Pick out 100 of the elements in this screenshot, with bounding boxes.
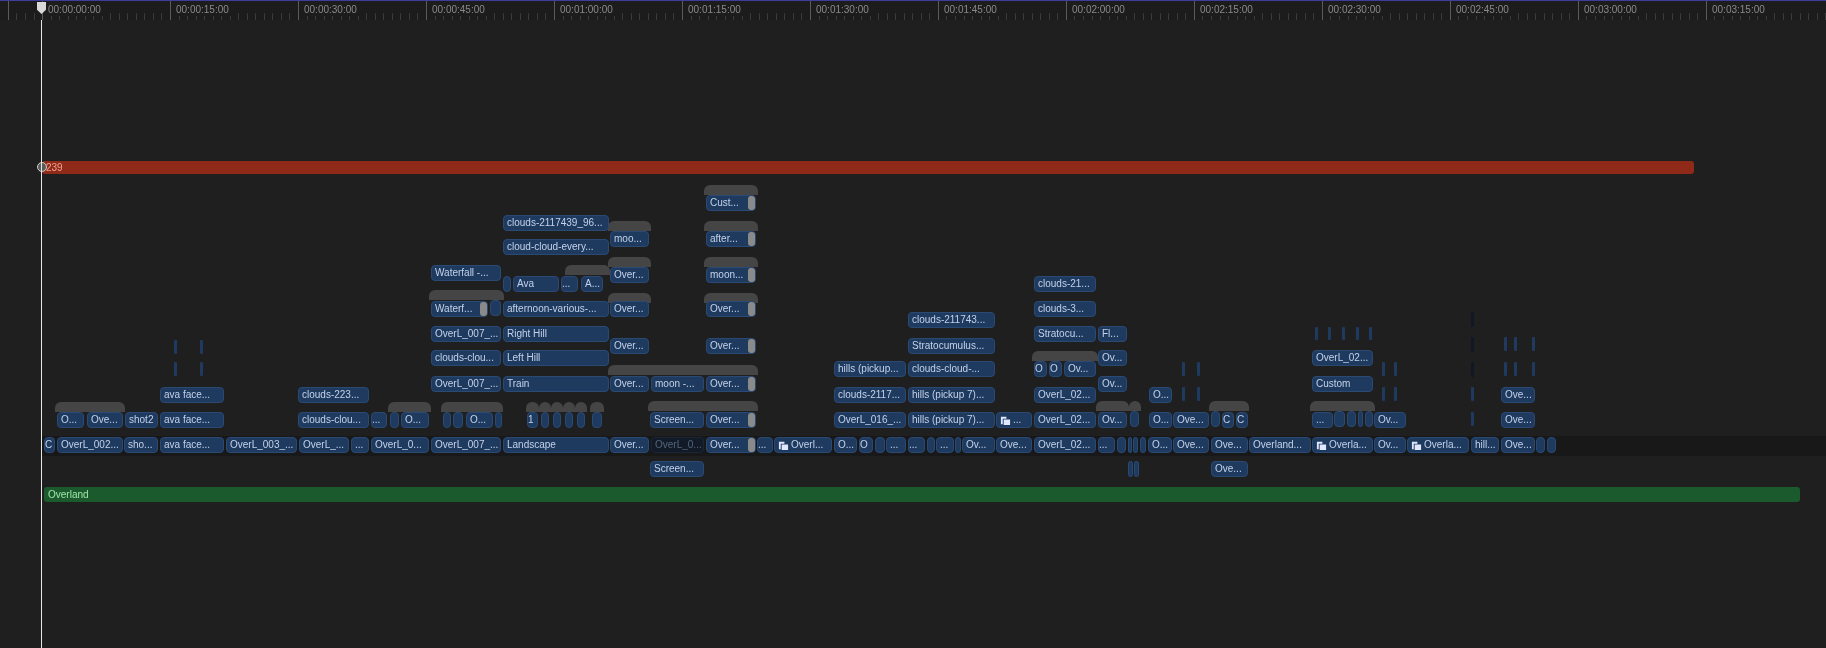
compound-clip-frame[interactable] (575, 402, 587, 412)
clip-sliver[interactable] (1328, 327, 1331, 340)
timeline-clip[interactable]: ... (936, 437, 954, 453)
timeline-clip[interactable]: Screen... (650, 461, 704, 477)
clip-sliver[interactable] (495, 412, 502, 428)
timeline-clip[interactable]: Over... (610, 437, 649, 453)
compound-clip-frame[interactable] (704, 221, 758, 231)
clip-sliver[interactable] (453, 412, 463, 428)
compound-clip-frame[interactable] (563, 402, 575, 412)
timeline-clip[interactable]: O... (1148, 437, 1172, 453)
clip-sliver[interactable] (174, 362, 177, 376)
compound-clip-frame[interactable] (429, 290, 504, 300)
timeline-clip[interactable]: OverL_02... (1312, 350, 1373, 366)
clip-sliver[interactable] (503, 276, 511, 292)
clip-sliver[interactable] (1504, 362, 1507, 376)
clip-handle-icon[interactable] (748, 413, 755, 427)
timeline-clip[interactable]: Over... (610, 376, 649, 392)
timeline-clip[interactable]: clouds-clou... (431, 350, 501, 366)
clip-sliver[interactable] (577, 412, 585, 428)
compound-clip-frame[interactable] (590, 402, 604, 412)
timeline-clip[interactable]: Waterf... (431, 301, 488, 317)
clip-sliver[interactable] (1211, 411, 1220, 427)
clip-sliver[interactable] (1514, 337, 1517, 351)
clip-sliver[interactable] (1342, 327, 1345, 340)
timeline-clip[interactable]: Over... (706, 412, 756, 428)
timeline-clip[interactable]: O... (834, 437, 857, 453)
timeline-clip[interactable]: O... (1149, 412, 1172, 428)
compound-clip-frame[interactable] (608, 221, 651, 231)
clip-sliver[interactable] (200, 362, 203, 376)
timeline-clip[interactable]: ... (371, 412, 387, 428)
clip-sliver[interactable] (1130, 411, 1139, 427)
timeline-clip[interactable]: C (44, 437, 55, 453)
clip-handle-icon[interactable] (748, 339, 755, 353)
timeline-ruler[interactable]: 00:00:00:00 00:00:15:00 00:00:30:00 00:00:45:00 00:01:00:00 00:01:15:00 00:01:30:00 00:01:45:00 00:02:00:00 00:02:15:00 00:02:30:00 00:02:45:00 00:03:00:00 00:03:15:00 (0, 0, 1826, 20)
timeline-clip[interactable]: clouds-3... (1034, 301, 1096, 317)
compound-clip-frame[interactable] (1096, 401, 1129, 411)
clip-sliver[interactable] (1514, 362, 1517, 376)
compound-clip-frame[interactable] (608, 257, 651, 267)
timeline-clip[interactable]: cloud-cloud-every... (503, 239, 609, 255)
timeline-clip[interactable]: clouds-211743... (908, 312, 995, 328)
timeline-clip[interactable]: Ove... (1211, 437, 1248, 453)
timeline-clip[interactable]: Over... (706, 376, 756, 392)
timeline-clip[interactable]: Landscape (503, 437, 609, 453)
clip-sliver[interactable] (1532, 337, 1535, 351)
clip-sliver[interactable] (1315, 327, 1318, 340)
timeline-clip[interactable]: Over... (706, 301, 756, 317)
timeline-clip[interactable]: Cust... (706, 195, 756, 211)
timeline-clip[interactable]: Ov... (1374, 412, 1406, 428)
clip-sliver[interactable] (1536, 437, 1545, 453)
clip-handle-icon[interactable] (480, 302, 487, 316)
clip-sliver[interactable] (1197, 387, 1200, 401)
storyline-bar[interactable]: Overland (44, 487, 1800, 502)
compound-clip-frame[interactable] (539, 402, 551, 412)
clip-sliver[interactable] (1133, 437, 1138, 453)
clip-handle-icon[interactable] (748, 302, 755, 316)
timeline-clip[interactable]: afternoon-various-... (503, 301, 609, 317)
compound-clip-frame[interactable] (551, 402, 563, 412)
clip-sliver[interactable] (1347, 411, 1356, 427)
timeline-clip[interactable]: clouds-clou... (298, 412, 369, 428)
timeline-clip[interactable]: shot2 (125, 412, 158, 428)
timeline-clip[interactable]: hill... (1471, 437, 1499, 453)
timeline-clip[interactable]: after... (706, 231, 756, 247)
clip-sliver[interactable] (1532, 362, 1535, 376)
timeline-clip[interactable]: Overla... (1407, 437, 1469, 453)
timeline-clip[interactable]: ... (757, 437, 773, 453)
timeline-clip[interactable]: O (1049, 361, 1062, 377)
timeline-clip[interactable]: O (859, 437, 873, 453)
timeline-clip[interactable]: Ov... (962, 437, 995, 453)
timeline-clip[interactable]: ... (886, 437, 906, 453)
timeline-clip[interactable]: Ov... (1098, 412, 1127, 428)
clip-sliver[interactable] (1365, 411, 1373, 427)
timeline-clip[interactable]: Custom (1312, 376, 1373, 392)
timeline-clip[interactable]: OverL_0... (371, 437, 429, 453)
clip-sliver[interactable] (1369, 327, 1372, 340)
timeline-clip[interactable]: OverL_007_... (431, 326, 501, 342)
compound-clip-frame[interactable] (1032, 351, 1098, 361)
timeline-clip[interactable]: O... (57, 412, 84, 428)
compound-clip-frame[interactable] (648, 401, 758, 411)
timeline-clip[interactable]: Over... (610, 338, 649, 354)
clip-sliver[interactable] (927, 437, 935, 453)
clip-sliver[interactable] (1182, 387, 1185, 401)
compound-clip-frame[interactable] (704, 257, 758, 267)
clip-handle-icon[interactable] (748, 268, 755, 282)
clip-sliver[interactable] (955, 437, 961, 453)
timeline-clip[interactable]: Stratocumulus... (908, 338, 995, 354)
timeline-clip[interactable]: O (1034, 361, 1047, 377)
timeline-clip[interactable]: ava face... (160, 387, 224, 403)
clip-handle-icon[interactable] (748, 196, 755, 210)
clip-sliver[interactable] (1197, 362, 1200, 376)
clip-sliver[interactable] (1471, 387, 1474, 401)
timeline-clip[interactable]: Over... (706, 437, 756, 453)
timeline-clip[interactable]: Waterfall -... (431, 265, 501, 281)
clip-sliver[interactable] (1356, 327, 1359, 340)
clip-sliver[interactable] (553, 412, 561, 428)
clip-sliver[interactable] (200, 340, 203, 354)
clip-sliver[interactable] (1382, 362, 1385, 376)
clip-sliver[interactable] (592, 412, 602, 428)
clip-sliver[interactable] (443, 412, 451, 428)
timeline-clip[interactable]: Left Hill (503, 350, 609, 366)
timeline-clip[interactable]: Ove... (87, 412, 123, 428)
